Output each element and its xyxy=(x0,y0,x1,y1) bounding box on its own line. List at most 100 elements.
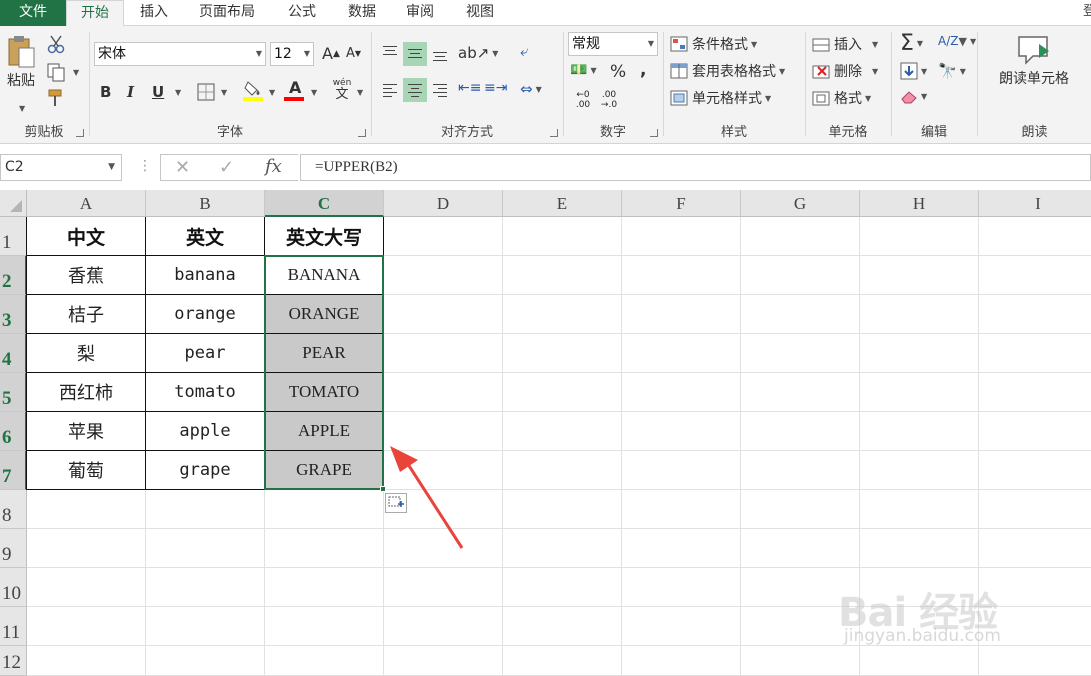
column-header-g[interactable]: G xyxy=(741,190,860,217)
number-format-select[interactable]: 常规 ▼ xyxy=(568,32,658,56)
column-header-a[interactable]: A xyxy=(27,190,146,217)
grow-font-button[interactable]: A ▲ xyxy=(322,44,340,63)
cancel-icon[interactable]: ✕ xyxy=(175,157,190,178)
borders-dropdown-icon[interactable]: ▼ xyxy=(221,88,227,97)
cell-a5[interactable]: 西红柿 xyxy=(27,373,145,411)
align-center-button[interactable] xyxy=(403,78,427,102)
increase-indent-button[interactable]: ≡⇥ xyxy=(484,80,507,96)
tab-data[interactable]: 数据 xyxy=(334,0,390,26)
merge-center-button[interactable]: ⇔ ▼ xyxy=(520,80,542,98)
align-left-button[interactable] xyxy=(378,78,402,102)
borders-icon[interactable] xyxy=(196,82,216,102)
enter-icon[interactable]: ✓ xyxy=(219,157,234,178)
fill-handle[interactable] xyxy=(380,486,386,492)
row-header-11[interactable]: 11 xyxy=(0,607,27,646)
tab-formulas[interactable]: 公式 xyxy=(274,0,330,26)
clear-button[interactable]: ▼ xyxy=(900,88,927,104)
row-header-8[interactable]: 8 xyxy=(0,490,27,529)
tab-home[interactable]: 开始 xyxy=(66,0,124,27)
cell-b7[interactable]: grape xyxy=(146,451,264,489)
font-name-select[interactable]: 宋体 ▼ xyxy=(94,42,266,66)
tab-view[interactable]: 视图 xyxy=(452,0,508,26)
row-header-5[interactable]: 5 xyxy=(0,373,27,412)
column-header-h[interactable]: H xyxy=(860,190,979,217)
align-bottom-button[interactable] xyxy=(428,42,452,66)
font-launcher-icon[interactable] xyxy=(358,129,366,137)
autosum-button[interactable]: Σ ▼ xyxy=(900,31,923,56)
row-header-7[interactable]: 7 xyxy=(0,451,27,490)
cell-a3[interactable]: 桔子 xyxy=(27,295,145,333)
cell-b3[interactable]: orange xyxy=(146,295,264,333)
copy-icon[interactable] xyxy=(46,62,66,82)
cell-b6[interactable]: apple xyxy=(146,412,264,450)
cell-styles-button[interactable]: 单元格样式 ▼ xyxy=(670,88,771,108)
cut-icon[interactable] xyxy=(46,34,66,54)
select-all-button[interactable] xyxy=(0,190,27,217)
decrease-indent-button[interactable]: ⇤≡ xyxy=(458,80,481,96)
cell-c1[interactable]: 英文大写 xyxy=(265,217,383,255)
align-middle-button[interactable] xyxy=(403,42,427,66)
font-size-select[interactable]: 12 ▼ xyxy=(270,42,314,66)
column-header-d[interactable]: D xyxy=(384,190,503,217)
currency-button[interactable]: 💵 ▼ xyxy=(570,62,597,78)
orientation-button[interactable]: ab↗ ▼ xyxy=(458,44,498,62)
row-header-12[interactable]: 12 xyxy=(0,646,27,676)
bold-button[interactable]: B xyxy=(100,83,111,101)
insert-cells-button[interactable]: 插入 ▼ xyxy=(812,34,878,54)
font-color-dropdown-icon[interactable]: ▼ xyxy=(311,88,317,97)
row-header-4[interactable]: 4 xyxy=(0,334,27,373)
cell-a2[interactable]: 香蕉 xyxy=(27,256,145,294)
tab-file[interactable]: 文件 xyxy=(0,0,66,26)
cell-a4[interactable]: 梨 xyxy=(27,334,145,372)
clipboard-launcher-icon[interactable] xyxy=(76,129,84,137)
cell-b5[interactable]: tomato xyxy=(146,373,264,411)
fill-button[interactable]: ▼ xyxy=(900,62,927,80)
tab-review[interactable]: 审阅 xyxy=(392,0,448,26)
conditional-format-button[interactable]: 条件格式 ▼ xyxy=(670,34,757,54)
paste-dropdown-icon[interactable]: ▼ xyxy=(19,104,25,113)
increase-decimal-button[interactable]: ←0 .00 xyxy=(572,90,594,110)
row-header-1[interactable]: 1 xyxy=(0,217,27,256)
tab-sign-in-cut[interactable]: 登 xyxy=(1083,0,1091,26)
format-as-table-button[interactable]: 套用表格格式 ▼ xyxy=(670,61,785,81)
percent-button[interactable]: % xyxy=(610,62,626,82)
cell-a1[interactable]: 中文 xyxy=(27,217,145,255)
row-header-10[interactable]: 10 xyxy=(0,568,27,607)
italic-button[interactable]: I xyxy=(127,83,134,101)
number-launcher-icon[interactable] xyxy=(650,129,658,137)
column-header-i[interactable]: I xyxy=(979,190,1091,217)
row-header-3[interactable]: 3 xyxy=(0,295,27,334)
cell-b2[interactable]: banana xyxy=(146,256,264,294)
tab-page-layout[interactable]: 页面布局 xyxy=(186,0,268,26)
column-header-e[interactable]: E xyxy=(503,190,622,217)
auto-fill-options-button[interactable] xyxy=(385,493,407,513)
comma-button[interactable]: , xyxy=(640,60,646,80)
row-header-9[interactable]: 9 xyxy=(0,529,27,568)
delete-cells-button[interactable]: 删除 ▼ xyxy=(812,61,878,81)
tab-insert[interactable]: 插入 xyxy=(126,0,182,26)
alignment-launcher-icon[interactable] xyxy=(550,129,558,137)
font-color-button[interactable]: A xyxy=(284,78,306,102)
column-header-c[interactable]: C xyxy=(265,190,384,217)
cell-a7[interactable]: 葡萄 xyxy=(27,451,145,489)
insert-function-icon[interactable]: fx xyxy=(265,156,282,177)
format-cells-button[interactable]: 格式 ▼ xyxy=(812,88,871,108)
shrink-font-button[interactable]: A ▼ xyxy=(346,46,361,61)
underline-dropdown-icon[interactable]: ▼ xyxy=(175,88,181,97)
formula-input[interactable]: =UPPER(B2) xyxy=(300,154,1091,181)
paste-button[interactable]: 粘贴 xyxy=(4,34,38,90)
row-header-6[interactable]: 6 xyxy=(0,412,27,451)
align-top-button[interactable] xyxy=(378,42,402,66)
read-cells-button[interactable]: 朗读单元格 xyxy=(984,34,1084,88)
align-right-button[interactable] xyxy=(428,78,452,102)
fill-color-icon[interactable] xyxy=(242,78,264,102)
copy-dropdown-icon[interactable]: ▼ xyxy=(73,68,79,77)
row-header-2[interactable]: 2 xyxy=(0,256,27,295)
name-box[interactable]: C2 ▼ xyxy=(0,154,122,181)
fill-color-dropdown-icon[interactable]: ▼ xyxy=(269,88,275,97)
cell-a6[interactable]: 苹果 xyxy=(27,412,145,450)
decrease-decimal-button[interactable]: .00 →.0 xyxy=(598,90,620,110)
phonetic-dropdown-icon[interactable]: ▼ xyxy=(357,88,363,97)
phonetic-button[interactable]: wén 文 xyxy=(330,78,354,104)
sort-filter-button[interactable]: A/Z ▼ ▼ xyxy=(938,34,976,48)
